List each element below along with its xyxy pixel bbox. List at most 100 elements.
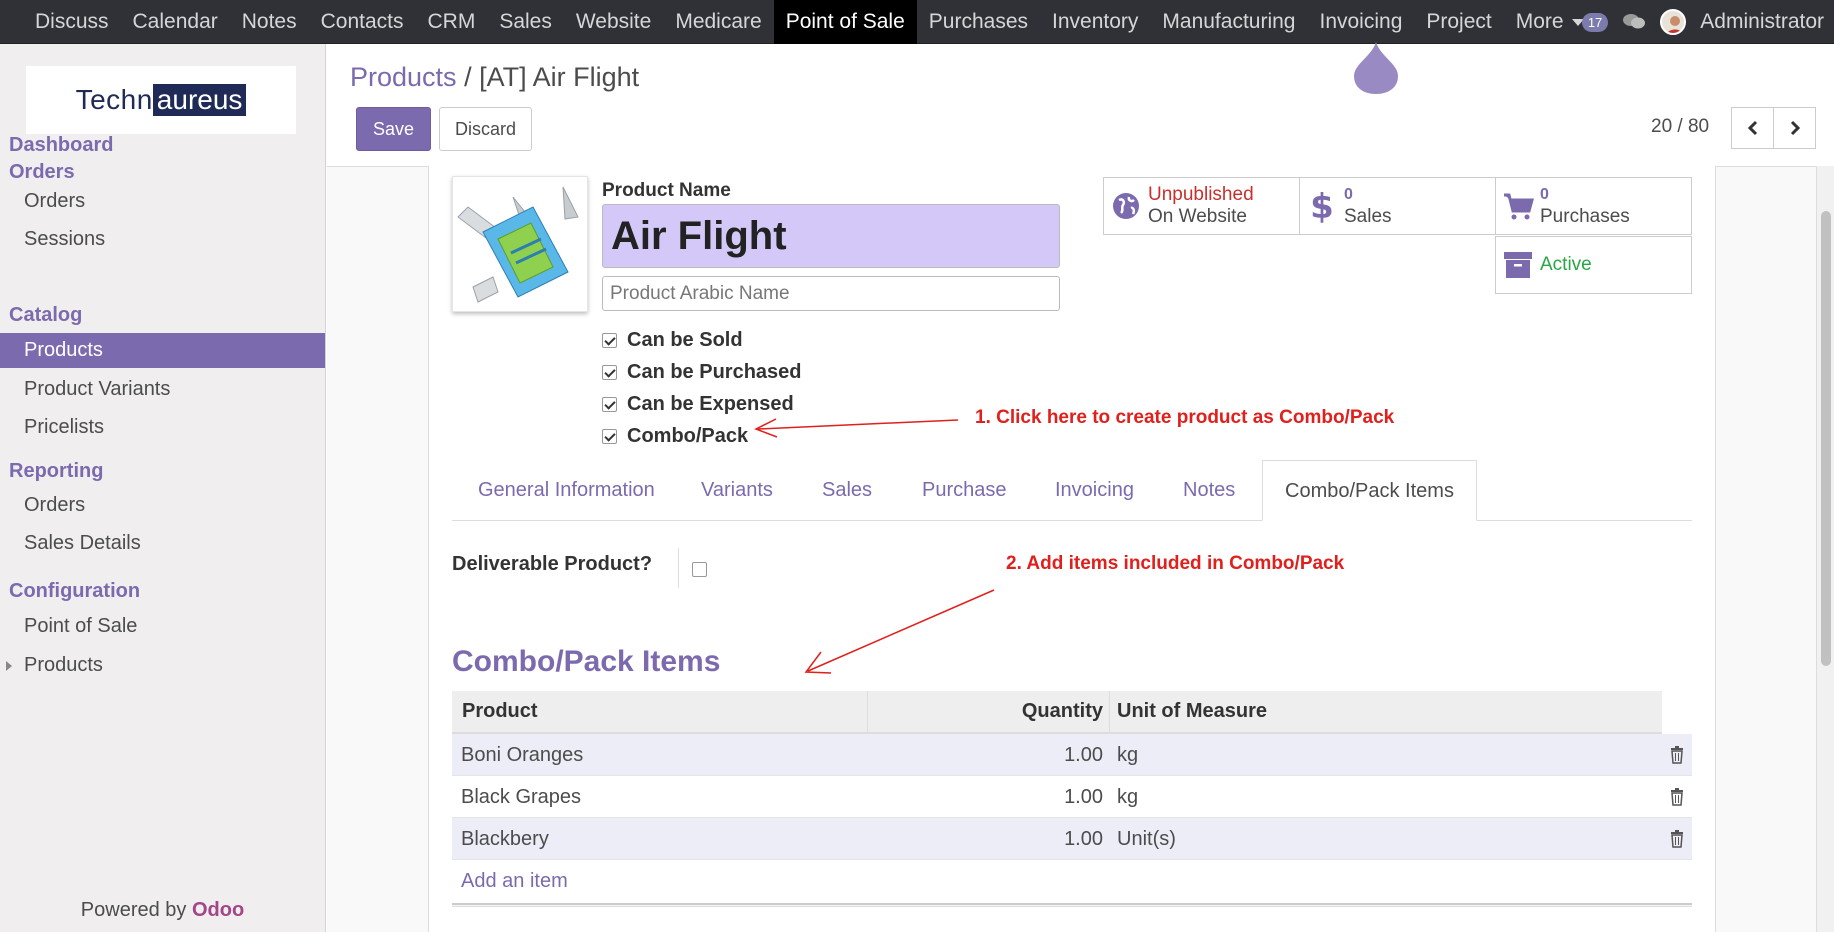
table-row[interactable]: Black Grapes 1.00 kg bbox=[452, 776, 1692, 818]
product-image[interactable] bbox=[452, 176, 588, 312]
product-name-input[interactable]: Air Flight bbox=[602, 204, 1060, 268]
sidebar: Techn aureus Dashboard Orders Orders Sess… bbox=[0, 44, 326, 932]
can-be-expensed-checkbox[interactable] bbox=[602, 396, 617, 412]
dollar-icon: $ bbox=[1300, 188, 1344, 224]
sidebar-item-pricelists[interactable]: Pricelists bbox=[0, 410, 325, 445]
sidebar-item-products[interactable]: Products bbox=[0, 333, 325, 368]
sidebar-item-sales-details[interactable]: Sales Details bbox=[0, 526, 325, 561]
systray: 17 Administrator bbox=[1581, 0, 1824, 44]
can-be-sold-checkbox[interactable] bbox=[602, 332, 617, 348]
chat-icon[interactable] bbox=[1622, 13, 1646, 31]
sidebar-item-product-variants[interactable]: Product Variants bbox=[0, 372, 325, 407]
menu-discuss[interactable]: Discuss bbox=[23, 0, 121, 44]
loading-drop-icon bbox=[1354, 42, 1398, 94]
purchases-stat-button[interactable]: 0 Purchases bbox=[1495, 177, 1692, 235]
menu-website[interactable]: Website bbox=[564, 0, 663, 44]
can-be-purchased-label: Can be Purchased bbox=[627, 360, 802, 383]
menu-project[interactable]: Project bbox=[1414, 0, 1503, 44]
sidebar-section-reporting[interactable]: Reporting bbox=[9, 460, 103, 483]
row-uom[interactable]: kg bbox=[1117, 734, 1138, 776]
sidebar-item-point-of-sale[interactable]: Point of Sale bbox=[0, 609, 325, 644]
notebook-tabs: General Information Variants Sales Purch… bbox=[452, 460, 1692, 521]
menu-notes[interactable]: Notes bbox=[230, 0, 309, 44]
odoo-link[interactable]: Odoo bbox=[192, 899, 244, 921]
tab-purchase[interactable]: Purchase bbox=[922, 460, 1007, 521]
table-row[interactable]: Blackbery 1.00 Unit(s) bbox=[452, 818, 1692, 860]
sidebar-item-sessions[interactable]: Sessions bbox=[0, 222, 325, 257]
discard-button[interactable]: Discard bbox=[439, 107, 532, 151]
row-quantity[interactable]: 1.00 bbox=[872, 734, 1103, 776]
menu-inventory[interactable]: Inventory bbox=[1040, 0, 1150, 44]
menu-purchases[interactable]: Purchases bbox=[917, 0, 1040, 44]
app-menu: Discuss Calendar Notes Contacts CRM Sale… bbox=[23, 0, 1596, 44]
tab-sales[interactable]: Sales bbox=[822, 460, 872, 521]
row-product[interactable]: Blackbery bbox=[461, 818, 549, 860]
sidebar-section-orders[interactable]: Orders bbox=[9, 161, 75, 184]
user-avatar[interactable] bbox=[1660, 9, 1687, 35]
menu-contacts[interactable]: Contacts bbox=[309, 0, 416, 44]
website-publish-button[interactable]: Unpublished On Website bbox=[1103, 177, 1300, 235]
tab-variants[interactable]: Variants bbox=[701, 460, 773, 521]
sidebar-section-dashboard[interactable]: Dashboard bbox=[9, 134, 113, 157]
user-name[interactable]: Administrator bbox=[1700, 10, 1824, 34]
add-item-link[interactable]: Add an item bbox=[461, 870, 568, 893]
trash-icon[interactable] bbox=[1670, 830, 1684, 848]
tab-combo-pack-items[interactable]: Combo/Pack Items bbox=[1262, 460, 1477, 521]
pager-previous-button[interactable] bbox=[1731, 107, 1774, 149]
tab-invoicing[interactable]: Invoicing bbox=[1055, 460, 1134, 521]
caret-right-icon bbox=[6, 661, 12, 671]
menu-point-of-sale[interactable]: Point of Sale bbox=[773, 0, 917, 44]
svg-text:$: $ bbox=[1310, 188, 1334, 224]
sales-count: 0 bbox=[1344, 186, 1353, 203]
combo-pack-row: Combo/Pack bbox=[602, 424, 748, 448]
trash-icon[interactable] bbox=[1670, 746, 1684, 764]
active-toggle-button[interactable]: Active bbox=[1495, 236, 1692, 294]
can-be-purchased-checkbox[interactable] bbox=[602, 364, 617, 380]
sales-stat-button[interactable]: $ 0 Sales bbox=[1299, 177, 1496, 235]
pager-next-button[interactable] bbox=[1773, 107, 1816, 149]
row-quantity[interactable]: 1.00 bbox=[872, 776, 1103, 818]
sidebar-item-reporting-orders[interactable]: Orders bbox=[0, 488, 325, 523]
menu-medicare[interactable]: Medicare bbox=[663, 0, 773, 44]
column-quantity[interactable]: Quantity bbox=[872, 691, 1103, 732]
tab-notes[interactable]: Notes bbox=[1183, 460, 1235, 521]
column-unit-of-measure[interactable]: Unit of Measure bbox=[1117, 691, 1267, 732]
company-logo: Techn aureus bbox=[26, 66, 296, 134]
row-uom[interactable]: kg bbox=[1117, 776, 1138, 818]
row-quantity[interactable]: 1.00 bbox=[872, 818, 1103, 860]
breadcrumb-current: [AT] Air Flight bbox=[479, 62, 640, 92]
powered-by-text: Powered by bbox=[80, 899, 187, 921]
column-divider bbox=[867, 691, 868, 732]
breadcrumb-products[interactable]: Products bbox=[350, 62, 457, 92]
row-uom[interactable]: Unit(s) bbox=[1117, 818, 1176, 860]
sidebar-section-configuration[interactable]: Configuration bbox=[9, 580, 140, 603]
menu-manufacturing[interactable]: Manufacturing bbox=[1150, 0, 1307, 44]
save-button[interactable]: Save bbox=[356, 107, 431, 151]
menu-crm[interactable]: CRM bbox=[415, 0, 487, 44]
combo-pack-checkbox[interactable] bbox=[602, 428, 617, 444]
deliverable-product-checkbox[interactable] bbox=[692, 562, 707, 577]
tab-general-information[interactable]: General Information bbox=[478, 460, 655, 521]
combo-table-header: Product Quantity Unit of Measure bbox=[452, 691, 1662, 734]
menu-calendar[interactable]: Calendar bbox=[121, 0, 230, 44]
row-product[interactable]: Black Grapes bbox=[461, 776, 581, 818]
sidebar-item-orders[interactable]: Orders bbox=[0, 184, 325, 219]
menu-invoicing[interactable]: Invoicing bbox=[1307, 0, 1414, 44]
table-row[interactable]: Boni Oranges 1.00 kg bbox=[452, 734, 1692, 776]
menu-sales[interactable]: Sales bbox=[487, 0, 564, 44]
can-be-purchased-row: Can be Purchased bbox=[602, 360, 802, 384]
scrollbar-thumb[interactable] bbox=[1821, 211, 1831, 666]
active-label: Active bbox=[1540, 254, 1592, 275]
trash-icon[interactable] bbox=[1670, 788, 1684, 806]
scrollbar[interactable] bbox=[1816, 166, 1834, 932]
annotation-step-1: 1. Click here to create product as Combo… bbox=[975, 407, 1395, 428]
logo-text-part2: aureus bbox=[152, 84, 247, 116]
purchases-label: Purchases bbox=[1540, 206, 1630, 227]
sidebar-section-catalog[interactable]: Catalog bbox=[9, 304, 82, 327]
top-navbar: Discuss Calendar Notes Contacts CRM Sale… bbox=[0, 0, 1834, 44]
messages-count-badge[interactable]: 17 bbox=[1581, 12, 1609, 32]
column-product[interactable]: Product bbox=[462, 691, 538, 732]
row-product[interactable]: Boni Oranges bbox=[461, 734, 583, 776]
sidebar-item-config-products[interactable]: Products bbox=[0, 648, 325, 683]
product-arabic-name-input[interactable]: Product Arabic Name bbox=[602, 276, 1060, 311]
